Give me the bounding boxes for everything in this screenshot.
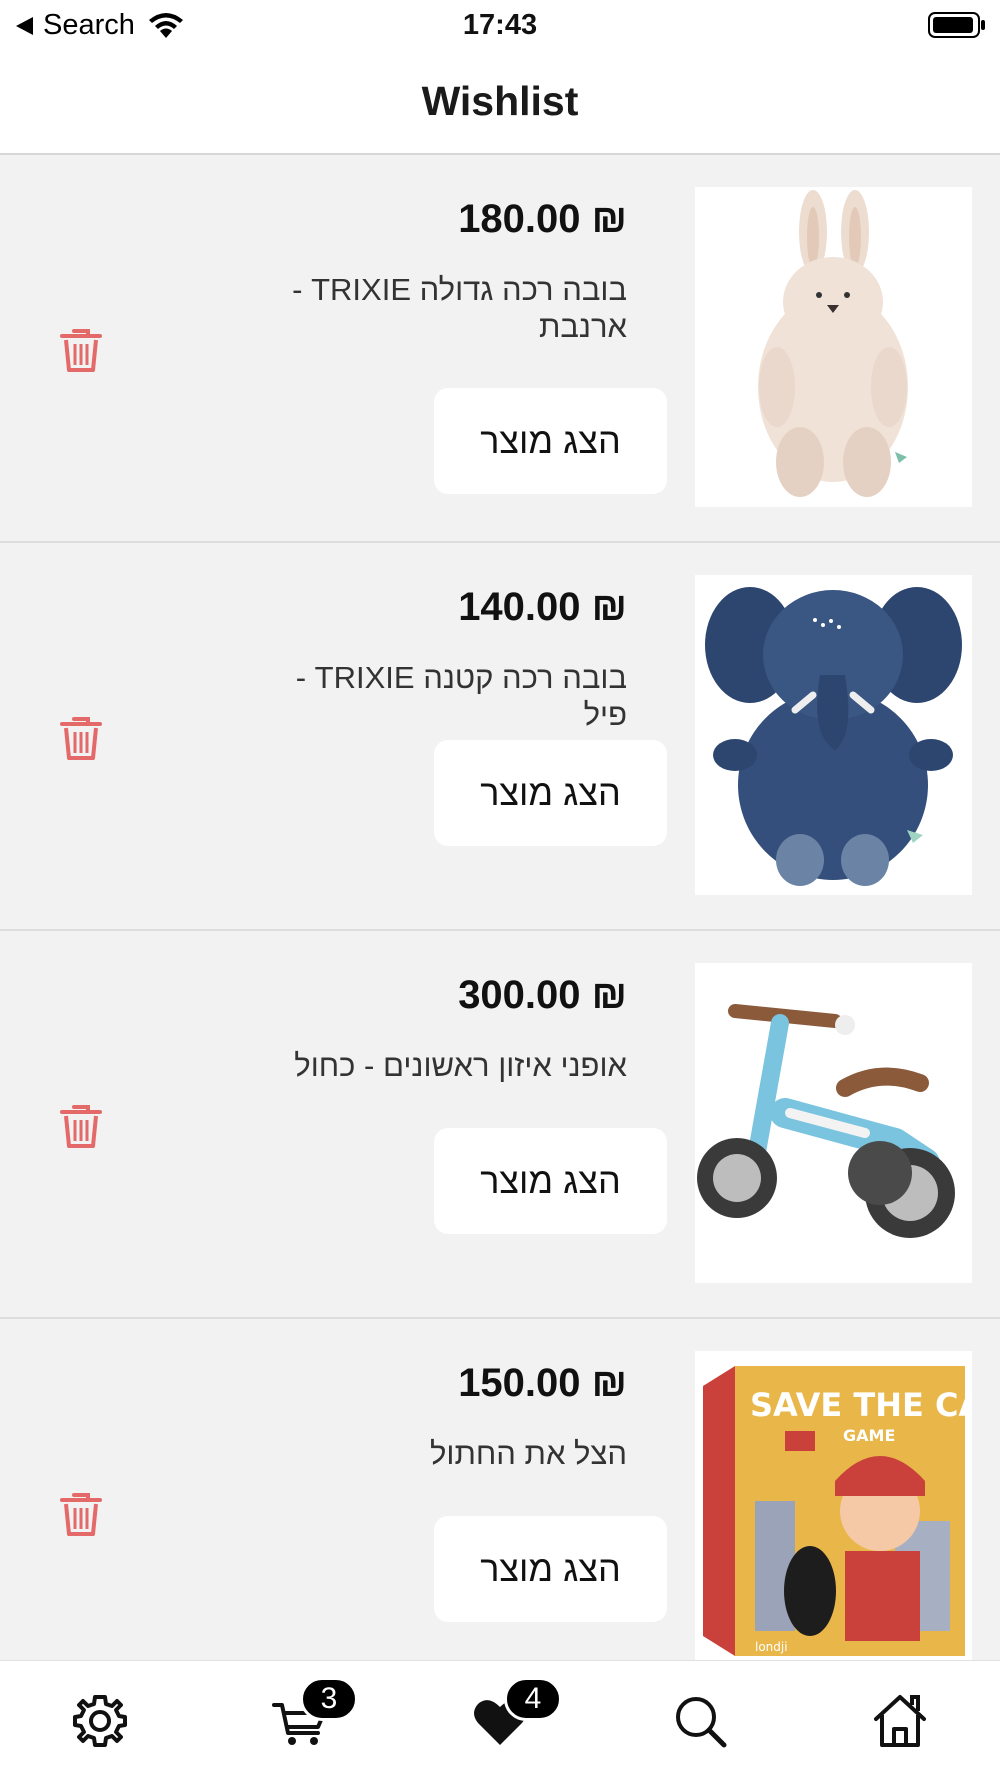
trash-icon[interactable] xyxy=(60,326,102,374)
wishlist-item: ₪ 140.00 בובה רכה קטנה TRIXIE - פיל הצג … xyxy=(0,543,1000,931)
wishlist-count-badge: 4 xyxy=(504,1677,562,1721)
battery-icon xyxy=(928,12,985,38)
bottom-tab-bar: 3 4 xyxy=(0,1660,1000,1778)
product-price: ₪ 300.00 xyxy=(458,973,627,1017)
wishlist-item: ₪ 180.00 בובה רכה גדולה TRIXIE - ארנבת ה… xyxy=(0,155,1000,543)
tab-search[interactable] xyxy=(670,1691,730,1751)
home-icon xyxy=(874,1695,926,1747)
game-box-icon: SAVE THE CAT! GAME londji xyxy=(695,1351,972,1660)
product-name: בובה רכה גדולה TRIXIE - ארנבת xyxy=(292,272,627,344)
tab-cart[interactable]: 3 xyxy=(270,1677,358,1751)
view-product-button[interactable]: הצג מוצר xyxy=(434,1516,667,1622)
trash-icon[interactable] xyxy=(60,714,102,762)
tab-wishlist[interactable]: 4 xyxy=(470,1677,562,1751)
cart-count-badge: 3 xyxy=(300,1677,358,1721)
product-name: הצל את החתול xyxy=(429,1436,627,1471)
balance-bike-icon xyxy=(695,963,972,1283)
product-price: ₪ 150.00 xyxy=(458,1361,627,1405)
search-icon xyxy=(676,1697,727,1748)
clock: 17:43 xyxy=(462,9,538,41)
wishlist-list[interactable]: ₪ 180.00 בובה רכה גדולה TRIXIE - ארנבת ה… xyxy=(0,155,1000,1660)
view-product-button[interactable]: הצג מוצר xyxy=(434,388,667,494)
product-price: ₪ 180.00 xyxy=(458,197,627,241)
product-name: בובה רכה קטנה TRIXIE - פיל xyxy=(295,660,627,732)
view-product-button[interactable]: הצג מוצר xyxy=(434,1128,667,1234)
trash-icon[interactable] xyxy=(60,1102,102,1150)
trash-icon[interactable] xyxy=(60,1490,102,1538)
tab-settings[interactable] xyxy=(70,1691,130,1751)
tab-home[interactable] xyxy=(870,1691,930,1751)
product-image[interactable] xyxy=(695,575,972,895)
status-bar: Search 17:43 xyxy=(0,0,1000,52)
bunny-plush-icon xyxy=(695,187,972,507)
game-box-brand: londji xyxy=(755,1640,788,1654)
elephant-plush-icon xyxy=(695,575,972,895)
product-image[interactable] xyxy=(695,963,972,1283)
wishlist-item: ₪ 300.00 אופני איזון ראשונים - כחול הצג … xyxy=(0,931,1000,1319)
view-product-button[interactable]: הצג מוצר xyxy=(434,740,667,846)
product-image[interactable]: SAVE THE CAT! GAME londji xyxy=(695,1351,972,1660)
product-image[interactable] xyxy=(695,187,972,507)
game-box-title: SAVE THE CAT! xyxy=(750,1386,972,1424)
navigation-header: Wishlist xyxy=(0,52,1000,155)
game-box-subtitle: GAME xyxy=(843,1426,895,1445)
product-price: ₪ 140.00 xyxy=(458,585,627,629)
page-title: Wishlist xyxy=(421,78,579,124)
product-name: אופני איזון ראשונים - כחול xyxy=(294,1048,627,1083)
wishlist-item: SAVE THE CAT! GAME londji ₪ 150.00 הצל א… xyxy=(0,1319,1000,1660)
gear-icon xyxy=(73,1695,127,1747)
